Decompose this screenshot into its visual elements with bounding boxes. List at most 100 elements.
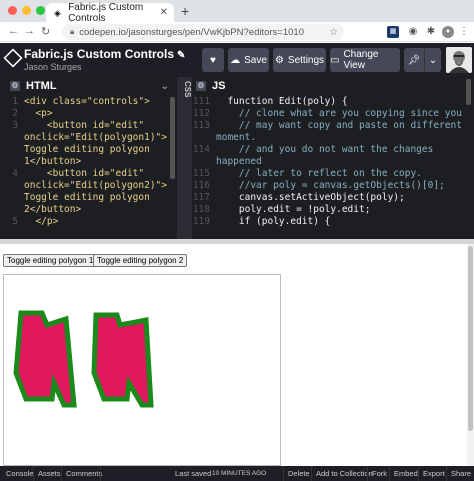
delete-button[interactable]: Delete xyxy=(288,469,310,478)
divider xyxy=(367,466,368,481)
console-button[interactable]: Console xyxy=(6,469,34,478)
code-line[interactable]: 2 <p> xyxy=(0,108,177,120)
line-number: 3 xyxy=(12,120,18,131)
pen-author[interactable]: Jason Sturges xyxy=(24,62,82,72)
scrollbar[interactable] xyxy=(170,97,175,179)
gear-icon[interactable]: ⚙ xyxy=(10,81,20,91)
html-code[interactable]: 1 <div class="controls"> 2 <p> 3 <button id… xyxy=(0,96,177,239)
code-line[interactable]: onclick="Edit(polygon1)"> xyxy=(0,132,177,144)
back-arrow-icon[interactable]: ← xyxy=(8,25,19,37)
code-text: </p> xyxy=(24,216,59,227)
url-text: codepen.io/jasonsturges/pen/VwKjbPN?edit… xyxy=(79,26,304,38)
code-line[interactable]: 113 // may want copy and paste on differ… xyxy=(192,120,474,132)
reload-icon[interactable]: ↻ xyxy=(41,25,50,38)
code-line[interactable]: 115 // later to reflect on the copy. xyxy=(192,168,474,180)
html-panel-header: ⚙ HTML ⌄ xyxy=(0,77,177,95)
toggle-polygon-2-button[interactable]: Toggle editing polygon 2 xyxy=(93,254,188,267)
tab-close-icon[interactable]: ✕ xyxy=(160,7,168,18)
toggle-polygon-1-button[interactable]: Toggle editing polygon 1 xyxy=(3,254,98,267)
css-panel-collapsed[interactable]: CSS xyxy=(177,77,192,239)
maximize-window-button[interactable] xyxy=(36,6,45,15)
code-line[interactable]: Toggle editing polygon xyxy=(0,192,177,204)
divider xyxy=(446,466,447,481)
code-text: poly.edit = !poly.edit; xyxy=(216,204,371,215)
line-number: 117 xyxy=(192,192,210,203)
polygon-1[interactable] xyxy=(13,310,77,408)
code-line[interactable]: 112 // clone what are you copying since … xyxy=(192,108,474,120)
profile-icon[interactable]: ● xyxy=(442,26,454,38)
last-saved-time: 10 MINUTES AGO xyxy=(212,470,267,477)
fabric-canvas[interactable] xyxy=(3,274,281,466)
browser-tab[interactable]: ◈ Fabric.js Custom Controls ✕ xyxy=(46,2,174,24)
code-line[interactable]: moment. xyxy=(192,132,474,144)
editor-area: ⚙ HTML ⌄ 1 <div class="controls"> 2 <p> 3 <… xyxy=(0,77,474,239)
chevron-down-icon[interactable]: ⌄ xyxy=(161,81,169,92)
close-window-button[interactable] xyxy=(8,6,17,15)
avatar[interactable] xyxy=(446,47,472,73)
pin-button[interactable]: 📌︎ xyxy=(404,48,424,72)
extension-icon[interactable]: ▦ xyxy=(387,26,399,38)
code-line[interactable]: Toggle editing polygon xyxy=(0,144,177,156)
forward-arrow-icon[interactable]: → xyxy=(24,25,35,37)
code-text: // may want copy and paste on different xyxy=(216,120,462,131)
divider xyxy=(61,466,62,481)
browser-menu-icon[interactable]: ⋮ xyxy=(458,26,470,38)
code-text: 1</button> xyxy=(24,156,82,167)
code-line[interactable]: 2</button> xyxy=(0,204,177,216)
fork-button[interactable]: Fork xyxy=(372,469,387,478)
scrollbar[interactable] xyxy=(466,79,471,105)
js-panel-title: JS xyxy=(212,80,226,92)
save-label: Save xyxy=(244,54,267,66)
line-number: 118 xyxy=(192,204,210,215)
code-text: Toggle editing polygon xyxy=(24,144,150,155)
code-text: happened xyxy=(216,156,262,167)
lock-icon: 🔒︎ xyxy=(70,27,75,36)
code-line[interactable]: 119 if (poly.edit) { xyxy=(192,216,474,228)
export-button[interactable]: Export xyxy=(423,469,445,478)
line-number: 4 xyxy=(12,168,18,179)
code-line[interactable]: 5 </p> xyxy=(0,216,177,228)
extensions-puzzle-icon[interactable]: ✱ xyxy=(425,26,437,38)
code-text: Toggle editing polygon xyxy=(24,192,150,203)
avatar-image xyxy=(446,47,472,73)
new-tab-icon[interactable]: + xyxy=(181,3,189,19)
extension-icon[interactable]: ◉ xyxy=(407,26,419,38)
js-code[interactable]: 111 function Edit(poly) {112 // clone wh… xyxy=(192,96,474,239)
save-button[interactable]: ☁ Save xyxy=(228,48,269,72)
code-line[interactable]: 1</button> xyxy=(0,156,177,168)
code-line[interactable]: 111 function Edit(poly) { xyxy=(192,96,474,108)
comments-button[interactable]: Comments xyxy=(66,469,102,478)
code-line[interactable]: 116 //var poly = canvas.getObjects()[0]; xyxy=(192,180,474,192)
code-line[interactable]: 4 <button id="edit" xyxy=(0,168,177,180)
bookmark-star-icon[interactable]: ☆ xyxy=(329,27,338,38)
gear-icon[interactable]: ⚙ xyxy=(196,81,206,91)
minimize-window-button[interactable] xyxy=(22,6,31,15)
settings-button[interactable]: ⚙ Settings xyxy=(273,48,326,72)
code-line[interactable]: 1 <div class="controls"> xyxy=(0,96,177,108)
embed-button[interactable]: Embed xyxy=(394,469,418,478)
preview-scrollbar[interactable] xyxy=(467,244,474,466)
code-text: <button id="edit" xyxy=(24,168,145,179)
code-line[interactable]: 117 canvas.setActiveObject(poly); xyxy=(192,192,474,204)
code-text: <p> xyxy=(24,108,53,119)
code-line[interactable]: happened xyxy=(192,156,474,168)
polygon-2[interactable] xyxy=(91,312,154,408)
scroll-thumb[interactable] xyxy=(468,246,473,431)
share-button[interactable]: Share xyxy=(451,469,471,478)
code-line[interactable]: 118 poly.edit = !poly.edit; xyxy=(192,204,474,216)
love-button[interactable]: ♥ xyxy=(202,48,224,72)
code-line[interactable]: onclick="Edit(polygon2)"> xyxy=(0,180,177,192)
code-line[interactable]: 3 <button id="edit" xyxy=(0,120,177,132)
change-view-button[interactable]: ▭ Change View xyxy=(330,48,400,72)
edit-pencil-icon[interactable]: ✎ xyxy=(177,50,185,61)
add-to-collection-button[interactable]: Add to Collection xyxy=(316,469,373,478)
code-line[interactable]: 114 // and you do not want the changes xyxy=(192,144,474,156)
divider xyxy=(389,466,390,481)
code-text: 2</button> xyxy=(24,204,82,215)
codepen-logo-icon[interactable] xyxy=(3,48,23,68)
line-number: 119 xyxy=(192,216,210,227)
more-dropdown-button[interactable]: ⌄ xyxy=(424,48,441,72)
url-bar[interactable]: 🔒︎ codepen.io/jasonsturges/pen/VwKjbPN?e… xyxy=(62,24,344,40)
assets-button[interactable]: Assets xyxy=(38,469,61,478)
change-view-label: Change View xyxy=(343,49,379,71)
